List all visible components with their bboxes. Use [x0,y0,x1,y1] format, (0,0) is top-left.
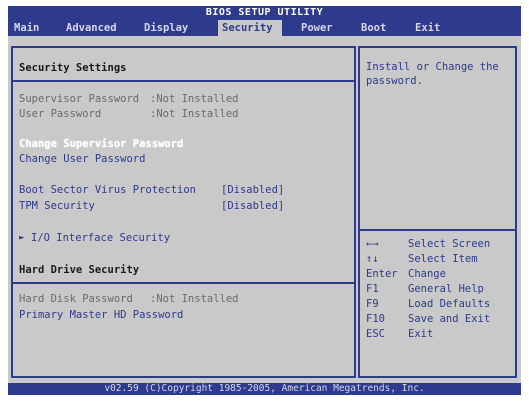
boot-sector-virus-protection-value[interactable]: [Disabled] [221,184,284,197]
hard-disk-password-label: Hard Disk Password [19,293,133,305]
key-desc-select-item: Select Item [408,253,478,265]
security-settings-heading: Security Settings [19,62,127,74]
supervisor-password-status: :Not Installed [150,93,239,105]
key-f10: F10 [366,313,385,325]
tpm-security-label[interactable]: TPM Security [19,200,95,213]
key-desc-change: Change [408,268,446,280]
user-password-label: User Password [19,108,102,120]
hard-drive-security-heading: Hard Drive Security [19,264,140,276]
primary-master-hd-password-item[interactable]: Primary Master HD Password [19,309,183,322]
menu-bar: Main Advanced Display Security Power Boo… [8,20,521,36]
key-desc-general-help: General Help [408,283,484,295]
user-password-status: :Not Installed [150,108,239,120]
submenu-arrow-icon: ► [19,233,25,243]
io-interface-security-item[interactable]: I/O Interface Security [31,232,170,245]
menu-power[interactable]: Power [297,20,337,36]
menu-security[interactable]: Security [218,20,282,36]
key-f1: F1 [366,283,379,295]
bios-screen: BIOS SETUP UTILITY Main Advanced Display… [8,6,521,395]
tpm-security-value[interactable]: [Disabled] [221,200,284,213]
change-supervisor-password-item[interactable]: Change Supervisor Password [19,138,183,151]
menu-boot[interactable]: Boot [357,20,390,36]
hard-disk-password-status: :Not Installed [150,293,239,305]
key-desc-select-screen: Select Screen [408,238,491,250]
key-esc: ESC [366,328,385,340]
menu-main[interactable]: Main [10,20,43,36]
title-bar: BIOS SETUP UTILITY [8,6,521,20]
help-text-line1: Install or Change the [366,61,499,73]
menu-advanced[interactable]: Advanced [62,20,121,36]
key-arrows-ud-icon: ↑↓ [366,253,379,265]
menu-exit[interactable]: Exit [411,20,444,36]
key-enter: Enter [366,268,398,280]
key-desc-load-defaults: Load Defaults [408,298,491,310]
help-text-line2: password. [366,75,423,87]
supervisor-password-label: Supervisor Password [19,93,140,105]
copyright-footer: v02.59 (C)Copyright 1985-2005, American … [8,383,521,395]
key-f9: F9 [366,298,379,310]
menu-display[interactable]: Display [140,20,192,36]
settings-panel: Security Settings Supervisor Password :N… [11,46,356,378]
divider [360,229,515,231]
key-arrows-lr-icon: ←→ [366,238,379,250]
change-user-password-item[interactable]: Change User Password [19,153,145,166]
divider [13,80,354,82]
key-desc-exit: Exit [408,328,434,340]
divider [13,282,354,284]
key-desc-save-and-exit: Save and Exit [408,313,491,325]
boot-sector-virus-protection-label[interactable]: Boot Sector Virus Protection [19,184,196,197]
help-panel: Install or Change the password. ←→ Selec… [358,46,517,378]
